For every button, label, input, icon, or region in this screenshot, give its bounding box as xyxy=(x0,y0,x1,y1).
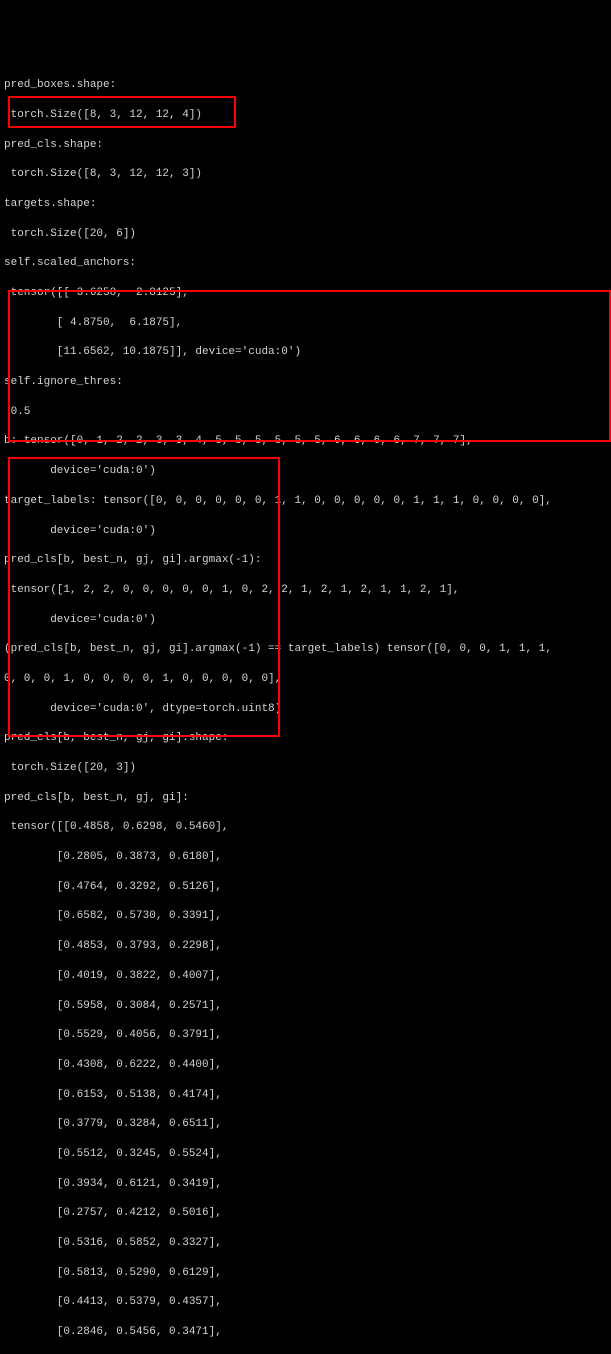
output-line: torch.Size([8, 3, 12, 12, 3]) xyxy=(4,167,607,182)
output-line: [0.4308, 0.6222, 0.4400], xyxy=(4,1058,607,1073)
output-line: self.scaled_anchors: xyxy=(4,256,607,271)
output-line: [0.4764, 0.3292, 0.5126], xyxy=(4,880,607,895)
output-line: [0.2757, 0.4212, 0.5016], xyxy=(4,1206,607,1221)
output-line: [0.4413, 0.5379, 0.4357], xyxy=(4,1295,607,1310)
output-line: tensor([[0.4858, 0.6298, 0.5460], xyxy=(4,820,607,835)
output-line: [0.4853, 0.3793, 0.2298], xyxy=(4,939,607,954)
output-line: [0.5512, 0.3245, 0.5524], xyxy=(4,1147,607,1162)
output-line: [0.6582, 0.5730, 0.3391], xyxy=(4,909,607,924)
highlight-box-pred-cls-shape xyxy=(8,96,236,128)
output-line: [0.5316, 0.5852, 0.3327], xyxy=(4,1236,607,1251)
output-line: pred_cls[b, best_n, gj, gi]: xyxy=(4,791,607,806)
output-line: [0.3779, 0.3284, 0.6511], xyxy=(4,1117,607,1132)
output-line: [0.5958, 0.3084, 0.2571], xyxy=(4,999,607,1014)
output-line: [0.5529, 0.4056, 0.3791], xyxy=(4,1028,607,1043)
output-line: torch.Size([20, 6]) xyxy=(4,227,607,242)
output-line: [0.5813, 0.5290, 0.6129], xyxy=(4,1266,607,1281)
output-line: torch.Size([20, 3]) xyxy=(4,761,607,776)
output-line: [0.3934, 0.6121, 0.3419], xyxy=(4,1177,607,1192)
terminal-output: pred_boxes.shape: torch.Size([8, 3, 12, … xyxy=(4,63,607,1354)
output-line: [0.6153, 0.5138, 0.4174], xyxy=(4,1088,607,1103)
output-line: targets.shape: xyxy=(4,197,607,212)
output-line: pred_boxes.shape: xyxy=(4,78,607,93)
output-line: [0.2805, 0.3873, 0.6180], xyxy=(4,850,607,865)
highlight-box-tensors-comparison xyxy=(8,290,611,442)
output-line: pred_cls.shape: xyxy=(4,138,607,153)
highlight-box-pred-cls-values xyxy=(8,457,280,737)
output-line: [0.2846, 0.5456, 0.3471], xyxy=(4,1325,607,1340)
output-line: [0.4019, 0.3822, 0.4007], xyxy=(4,969,607,984)
